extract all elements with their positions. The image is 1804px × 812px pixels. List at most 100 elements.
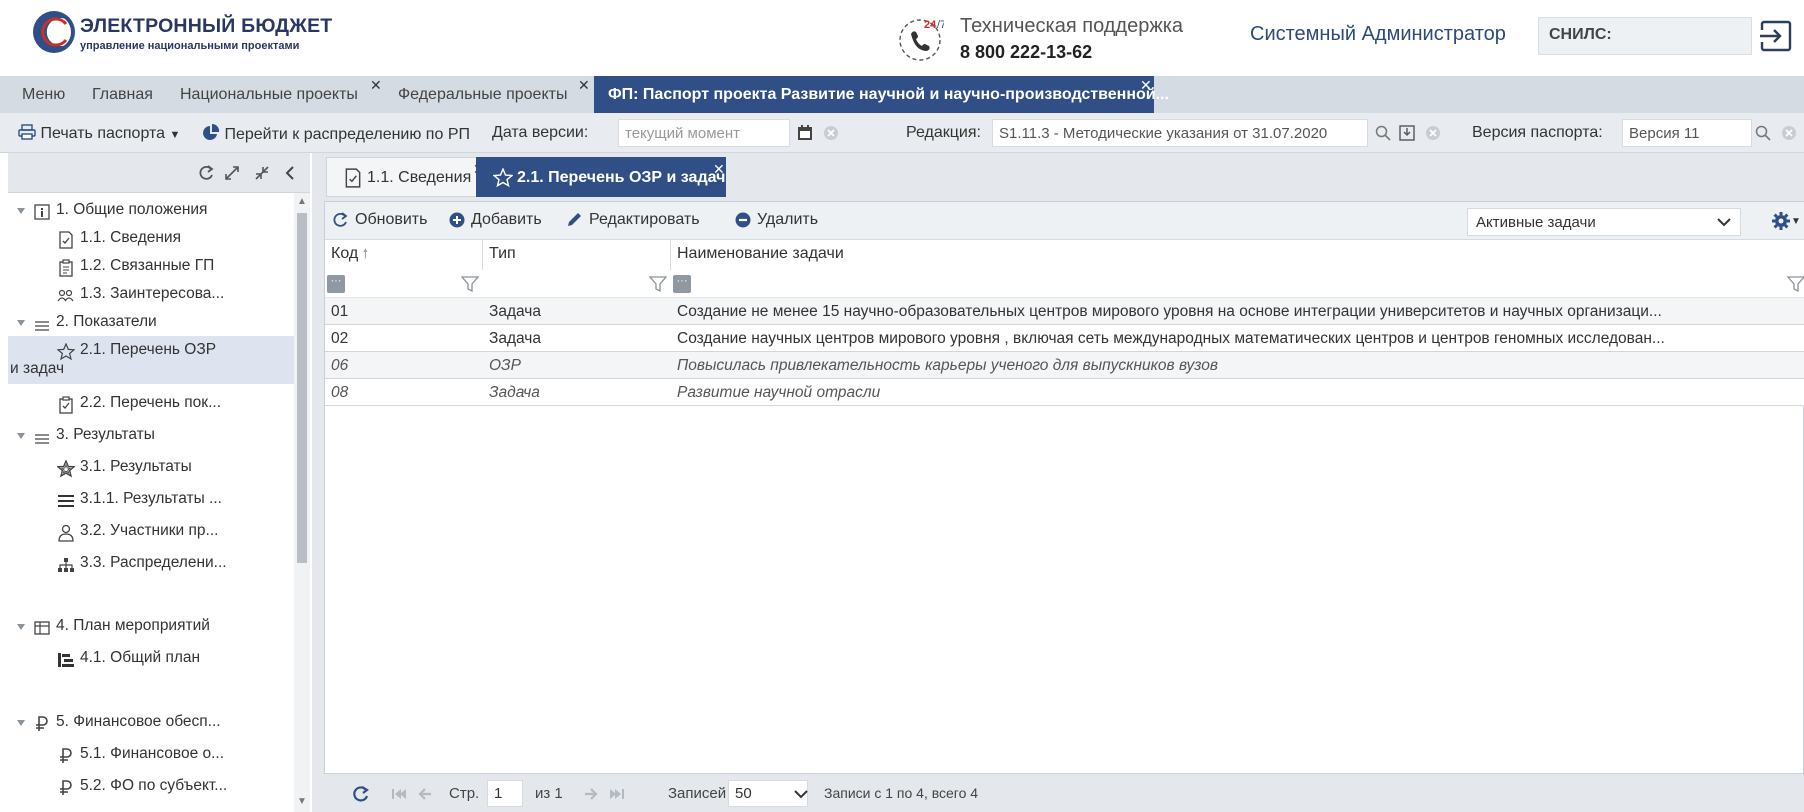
calendar-icon[interactable] [794, 121, 816, 145]
support-block[interactable]: 24 /7 Техническая поддержка 8 800 222-13… [898, 12, 1198, 68]
tree-item-svedeniya[interactable]: 1.1. Сведения [8, 224, 294, 254]
close-icon[interactable]: ✕ [1140, 67, 1152, 104]
caret-down-icon[interactable] [16, 718, 26, 728]
tab-ozr-tasks[interactable]: 2.1. Перечень ОЗР и задач ✕ [476, 157, 726, 197]
lines-icon [32, 427, 52, 447]
cell-type: Задача [489, 303, 542, 320]
cell-name: Создание научных центров мирового уровня… [677, 330, 1665, 347]
edition-input[interactable]: S1.11.3 - Методические указания от 31.07… [992, 119, 1368, 147]
table-icon [32, 618, 52, 638]
table-row[interactable]: 02 Задача Создание научных центров миров… [325, 325, 1804, 352]
logout-icon[interactable] [1756, 16, 1796, 56]
tab-national-projects[interactable]: Национальные проекты ✕ [180, 76, 382, 113]
version-date-input[interactable]: текущий момент [618, 119, 790, 147]
table-row[interactable]: 06 ОЗР Повысилась привлекательность карь… [325, 352, 1804, 379]
table-row[interactable]: 08 Задача Развитие научной отрасли [325, 379, 1804, 406]
delete-label: Удалить [757, 211, 819, 228]
tree-item-indicators[interactable]: 2. Показатели [8, 308, 294, 338]
tasks-grid: Обновить Добавить Редактировать Удалить … [324, 201, 1804, 774]
chevron-down-icon[interactable] [790, 784, 812, 804]
star-outline-icon [56, 459, 76, 479]
tab-passport[interactable]: ФП: Паспорт проекта Развитие научной и н… [594, 76, 1169, 113]
column-header-code[interactable]: Код 🠕 [325, 240, 483, 270]
caret-down-icon[interactable] [16, 318, 26, 328]
tab-federal-projects[interactable]: Федеральные проекты ✕ [398, 76, 590, 113]
tree-item-ozr-tasks[interactable]: 2.1. Перечень ОЗР и задач [8, 336, 294, 384]
tab-svedeniya[interactable]: 1.1. Сведения ✕ [326, 157, 485, 197]
user-name[interactable]: Системный Администратор [1250, 23, 1506, 46]
scroll-up-icon[interactable]: ▲ [297, 197, 307, 207]
doc-check-icon [56, 230, 76, 250]
filter-code[interactable]: ··· [325, 273, 483, 295]
filter-icon[interactable] [461, 275, 479, 293]
gear-icon[interactable]: ▼ [1771, 210, 1803, 232]
print-passport-button[interactable]: Печать паспорта ▼ [18, 124, 180, 143]
caret-down-icon[interactable] [16, 622, 26, 632]
filter-icon[interactable] [649, 275, 667, 293]
tree-item-distribution[interactable]: 3.3. Распределени... [8, 549, 294, 579]
tree-item-results-list[interactable]: 3.1. Результаты [8, 453, 294, 483]
filter-name[interactable]: ··· [671, 273, 1804, 295]
chevron-left-icon[interactable] [280, 163, 300, 183]
refresh-icon[interactable] [350, 784, 372, 804]
tree-item-participants[interactable]: 3.2. Участники пр... [8, 517, 294, 547]
filter-menu-icon[interactable]: ··· [327, 275, 345, 293]
filter-menu-icon[interactable]: ··· [673, 275, 691, 293]
tree-item-related-gp[interactable]: 1.2. Связанные ГП [8, 252, 294, 282]
tree-item-results-detail[interactable]: 3.1.1. Результаты ... [8, 485, 294, 515]
caret-down-icon[interactable] [16, 206, 26, 216]
snils-field[interactable]: СНИЛС: [1538, 17, 1752, 55]
tree-item-finance-2[interactable]: 5.2. ФО по субъект... [8, 772, 294, 802]
download-icon[interactable] [1396, 121, 1418, 145]
distribute-rp-button[interactable]: Перейти к распределению по РП [202, 123, 470, 144]
scroll-down-icon[interactable]: ▼ [297, 797, 307, 807]
previous-page-icon[interactable] [414, 784, 436, 804]
next-page-icon[interactable] [580, 784, 602, 804]
close-icon[interactable]: ✕ [578, 67, 590, 104]
delete-button[interactable]: Удалить [735, 211, 818, 229]
tree-item-results[interactable]: 3. Результаты [8, 421, 294, 451]
table-row[interactable]: 01 Задача Создание не менее 15 научно-об… [325, 298, 1804, 325]
tree-scrollbar[interactable]: ▲ ▼ [294, 193, 310, 812]
refresh-icon[interactable] [196, 163, 216, 183]
filter-icon[interactable] [1787, 275, 1804, 293]
passport-version-label: Версия паспорта: [1472, 124, 1603, 141]
close-icon[interactable]: ✕ [713, 149, 725, 189]
filter-type[interactable] [483, 273, 671, 295]
search-icon[interactable] [1752, 121, 1774, 145]
passport-version-input[interactable]: Версия 11 [1622, 119, 1752, 147]
tree-item-general-plan[interactable]: 4.1. Общий план [8, 644, 294, 674]
tree-item-label: 4. План мероприятий [56, 617, 210, 634]
edit-button[interactable]: Редактировать [565, 211, 700, 229]
tree-item-label: 2.2. Перечень пок... [80, 394, 221, 411]
tree-item-indicator-list[interactable]: 2.2. Перечень пок... [8, 389, 294, 419]
last-page-icon[interactable] [606, 784, 628, 804]
add-button[interactable]: Добавить [449, 211, 542, 229]
scrollbar-thumb[interactable] [297, 213, 307, 563]
tree-item-general[interactable]: 1. Общие положения [8, 196, 294, 226]
app-logo[interactable]: ЭЛЕКТРОННЫЙ БЮДЖЕТ управление национальн… [30, 8, 332, 64]
collapse-icon[interactable] [252, 163, 272, 183]
clear-icon[interactable] [820, 121, 842, 145]
hierarchy-icon [56, 555, 76, 575]
tree-item-finance-1[interactable]: 5.1. Финансовое о... [8, 740, 294, 770]
column-header-type[interactable]: Тип [483, 240, 671, 270]
refresh-button[interactable]: Обновить [331, 211, 427, 229]
column-header-name[interactable]: Наименование задачи [671, 240, 1804, 270]
tab-home[interactable]: Главная [92, 76, 153, 113]
task-filter-select[interactable]: Активные задачи [1467, 208, 1741, 236]
tree-item-stakeholders[interactable]: 1.3. Заинтересова... [8, 280, 294, 310]
caret-down-icon[interactable] [16, 431, 26, 441]
close-icon[interactable]: ✕ [370, 67, 382, 104]
clear-icon[interactable] [1778, 121, 1800, 145]
expand-icon[interactable] [222, 163, 242, 183]
tab-label: Федеральные проекты [398, 86, 568, 103]
clear-icon[interactable] [1422, 121, 1444, 145]
search-icon[interactable] [1372, 121, 1394, 145]
page-number-input[interactable]: 1 [487, 780, 523, 807]
tab-menu[interactable]: Меню [22, 76, 65, 113]
tree-item-finance[interactable]: 5. Финансовое обесп... [8, 708, 294, 738]
chevron-down-icon[interactable] [1709, 208, 1739, 236]
tree-item-plan[interactable]: 4. План мероприятий [8, 612, 294, 642]
first-page-icon[interactable] [388, 784, 410, 804]
